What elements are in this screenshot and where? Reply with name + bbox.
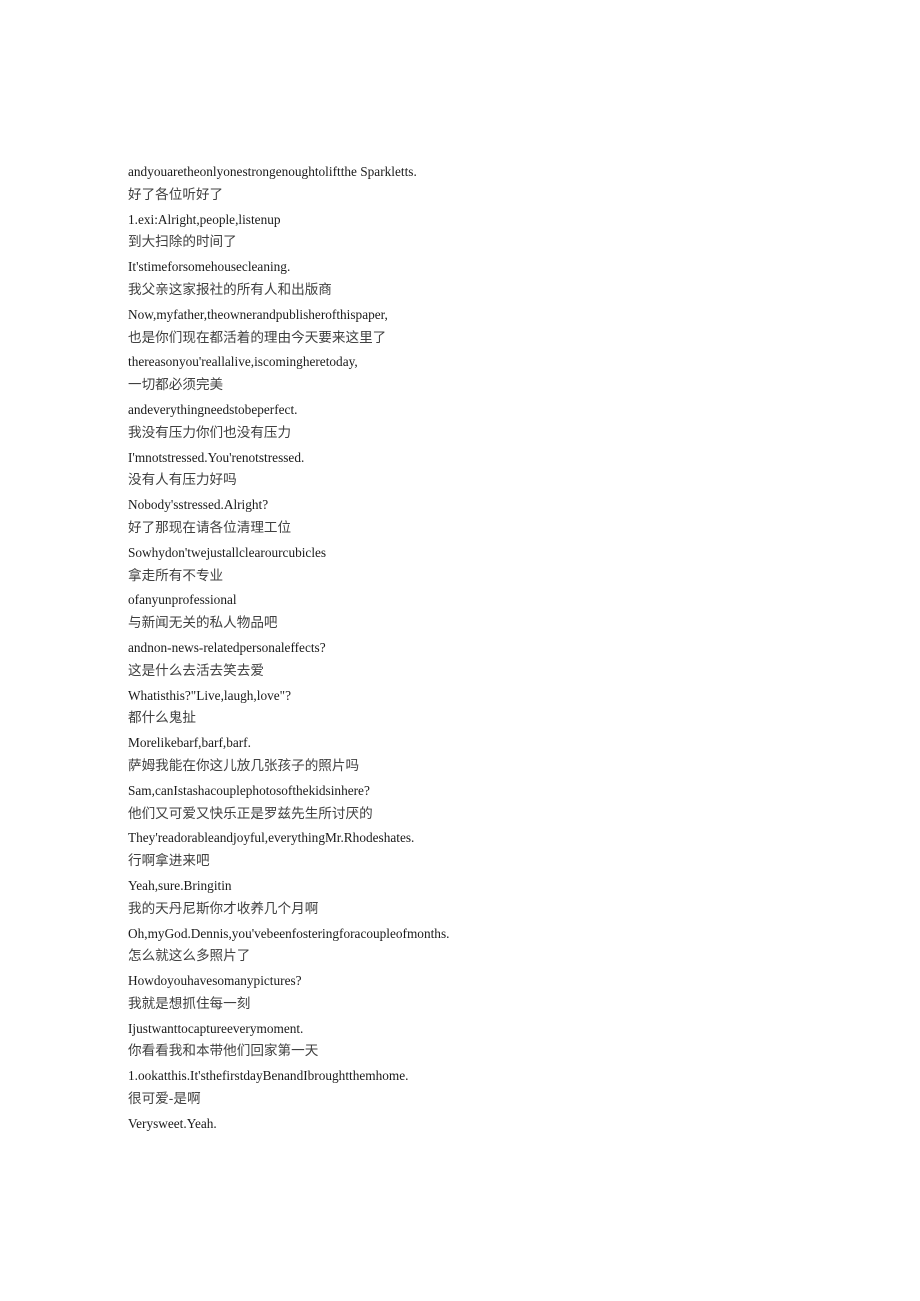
subtitle-line-chinese: 你看看我和本带他们回家第一天 [128,1043,319,1060]
subtitle-line-english: Howdoyouhavesomanypictures? [128,973,302,989]
subtitle-line-english: Morelikebarf,barf,barf. [128,735,251,751]
subtitle-line-english: It'stimeforsomehousecleaning. [128,259,291,275]
subtitle-line-chinese: 很可爱-是啊 [128,1091,201,1108]
subtitle-line-chinese: 萨姆我能在你这儿放几张孩子的照片吗 [128,757,360,774]
subtitle-line-chinese: 这是什么去活去笑去爱 [128,662,264,679]
subtitle-line-chinese: 没有人有压力好吗 [128,472,237,489]
subtitle-line-english: andyouaretheonlyonestrongenoughtoliftthe… [128,164,417,179]
subtitle-line-english: andnon-news-relatedpersonaleffects? [128,639,326,655]
subtitle-line-english: Yeah,sure.Bringitin [128,877,232,893]
subtitle-line-chinese: 到大扫除的时间了 [128,234,237,251]
subtitle-line-chinese: 拿走所有不专业 [128,567,224,584]
subtitle-line-english: Sowhydon'twejustallclearourcubicles [128,544,327,560]
subtitle-line-chinese: 一切都必须完美 [128,377,224,394]
subtitle-line-chinese: 我父亲这家报社的所有人和出版商 [128,281,332,298]
subtitle-line-chinese: 行啊拿进来吧 [128,853,210,870]
subtitle-line-english: 1.ookatthis.It'sthefirstdayBenandIbrough… [128,1068,409,1084]
subtitle-line-english: thereasonyou'reallalive,iscomingheretoda… [128,354,358,370]
subtitle-line-chinese: 与新闻无关的私人物品吧 [128,615,278,632]
document-page: andyouaretheonlyonestrongenoughtoliftthe… [0,0,920,1301]
subtitle-line-english: andeverythingneedstobeperfect. [128,401,298,417]
subtitle-line-english: Oh,myGod.Dennis,you'vebeenfosteringforac… [128,925,450,941]
subtitle-line-chinese: 好了各位听好了 [128,186,224,203]
subtitle-line-english: Sam,canIstashacouplephotosofthekidsinher… [128,782,370,798]
subtitle-line-english: They'readorableandjoyful,everythingMr.Rh… [128,830,415,846]
subtitle-line-english: ofanyunprofessional [128,592,237,608]
subtitle-line-english: I'mnotstressed.You'renotstressed. [128,449,305,465]
subtitle-line-chinese: 都什么鬼扯 [128,710,196,727]
subtitle-line-chinese: 好了那现在请各位清理工位 [128,519,292,536]
subtitle-line-chinese: 他们又可爱又快乐正是罗兹先生所讨厌的 [128,805,373,822]
subtitle-line-chinese: 也是你们现在都活着的理由今天要来这里了 [128,329,387,346]
subtitle-line-english: Whatisthis?"Live,laugh,love"? [128,687,291,703]
subtitle-line-chinese: 我就是想抓住每一刻 [128,995,251,1012]
subtitle-line-chinese: 怎么就这么多照片了 [128,948,251,965]
subtitle-line-english: Verysweet.Yeah. [128,1115,217,1131]
subtitle-line-english: Now,myfather,theownerandpublisherofthisp… [128,306,388,322]
subtitle-line-english: Ijustwanttocaptureeverymoment. [128,1020,304,1036]
subtitle-line-chinese: 我的天丹尼斯你才收养几个月啊 [128,900,319,917]
transcript-text-block: andyouaretheonlyonestrongenoughtoliftthe… [128,160,828,1136]
subtitle-line-chinese: 我没有压力你们也没有压力 [128,424,292,441]
subtitle-line-english: Nobody'sstressed.Alright? [128,497,269,513]
subtitle-line-english: 1.exi:Alright,people,listenup [128,211,281,227]
